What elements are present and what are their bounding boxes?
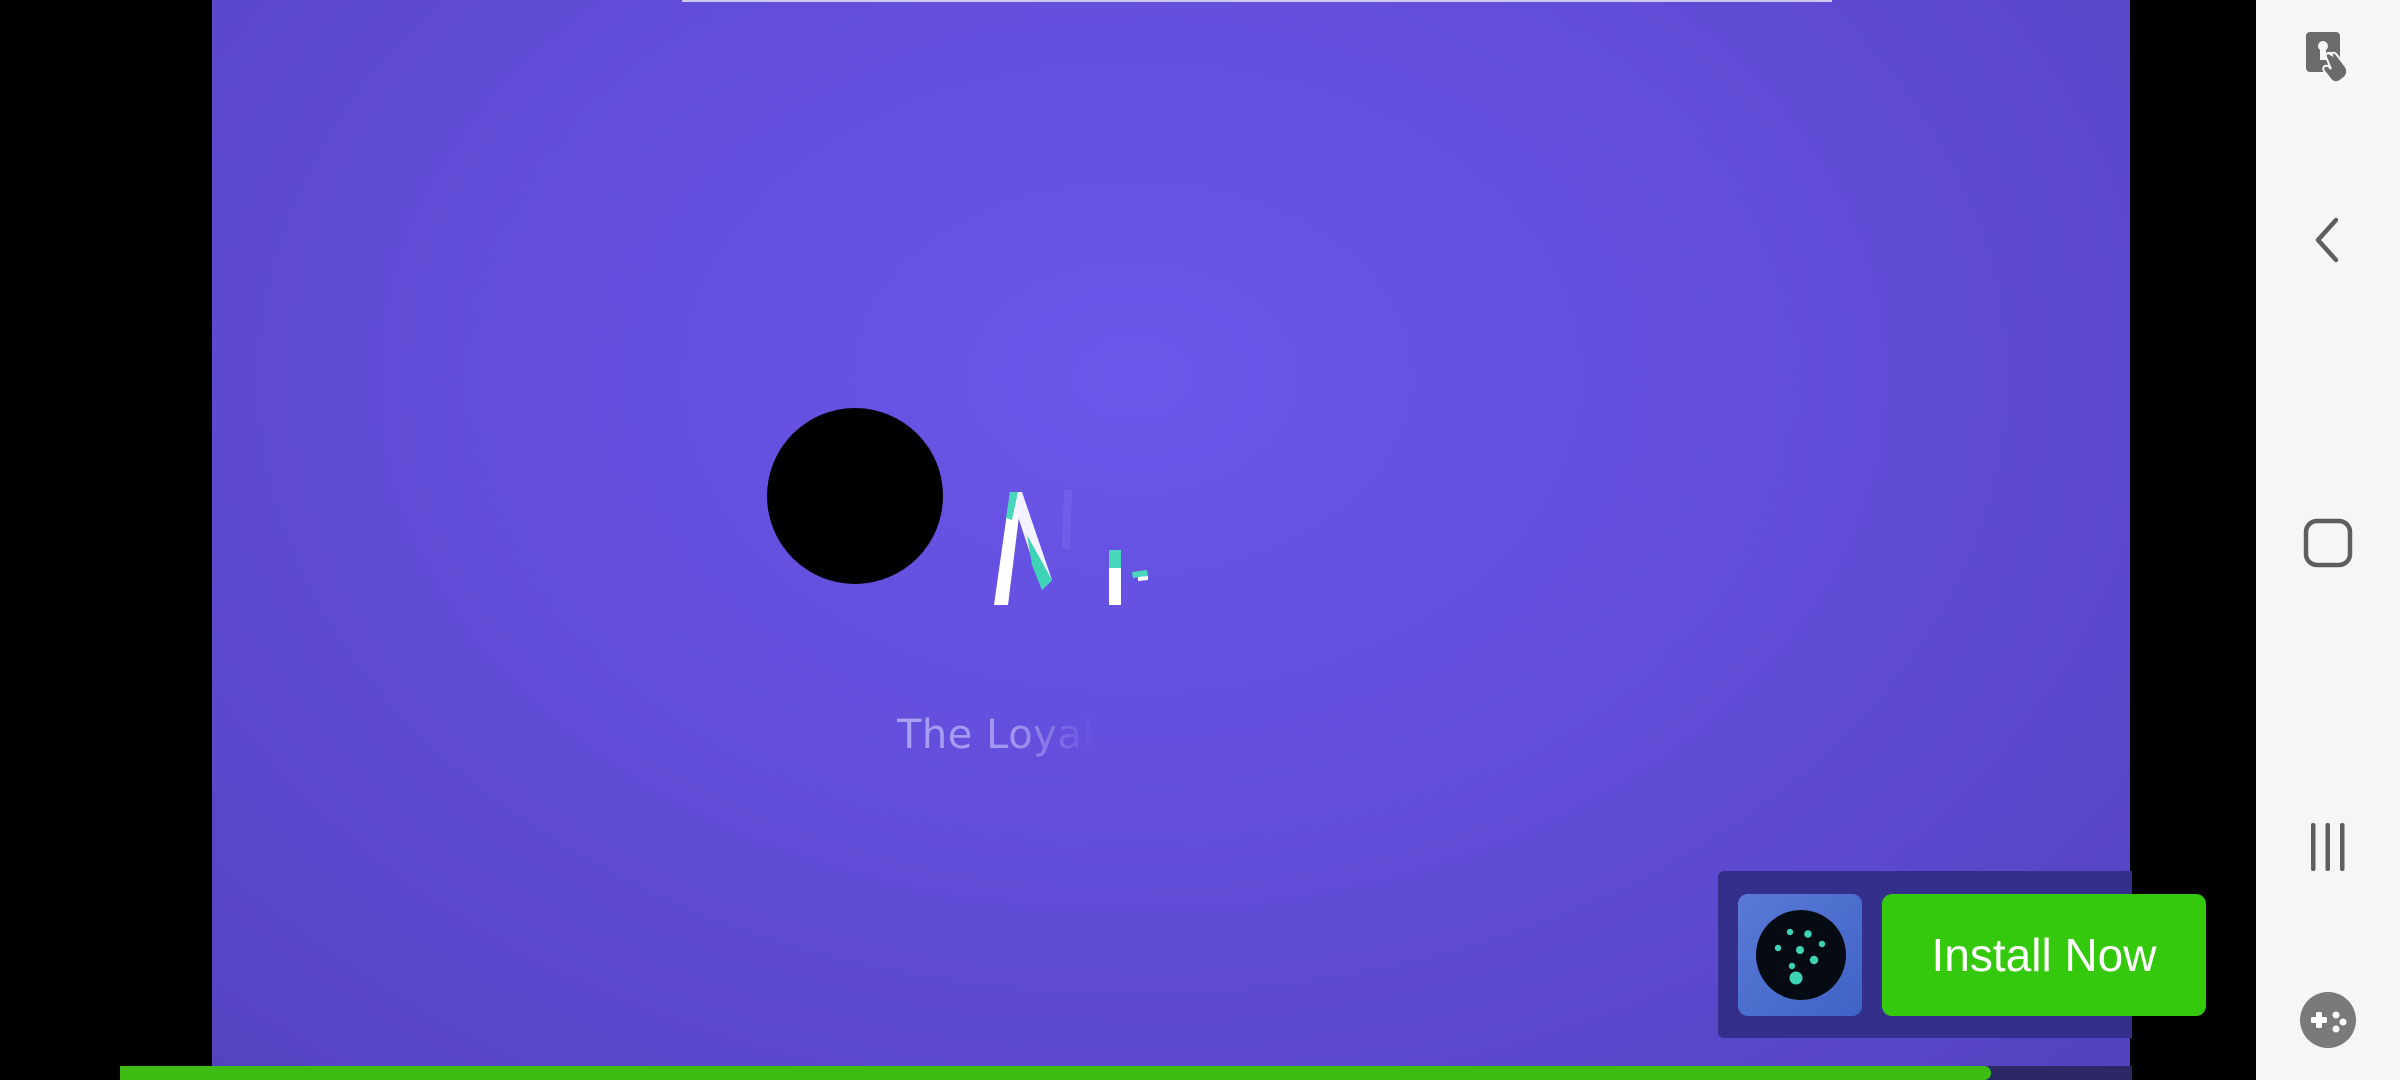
top-divider (682, 0, 1832, 2)
dotted-logo-icon (1756, 910, 1846, 1000)
recents-icon[interactable] (2256, 797, 2400, 897)
ad-progress-bar (120, 1066, 2132, 1080)
ad-tagline: The Loyal (897, 712, 1094, 758)
brand-wordmark-partial (994, 490, 1148, 605)
app-icon[interactable] (1738, 894, 1862, 1016)
back-arrow-icon[interactable] (2256, 190, 2400, 290)
brand-logo-circle (767, 408, 943, 584)
screen: The Loyal Install Now (0, 0, 2400, 1080)
game-controller-icon[interactable] (2256, 970, 2400, 1070)
touch-protection-icon[interactable] (2256, 6, 2400, 106)
home-square-icon[interactable] (2256, 493, 2400, 593)
system-nav-rail (2256, 0, 2400, 1080)
install-now-button[interactable]: Install Now (1882, 894, 2206, 1016)
ad-progress-fill (120, 1066, 1992, 1080)
